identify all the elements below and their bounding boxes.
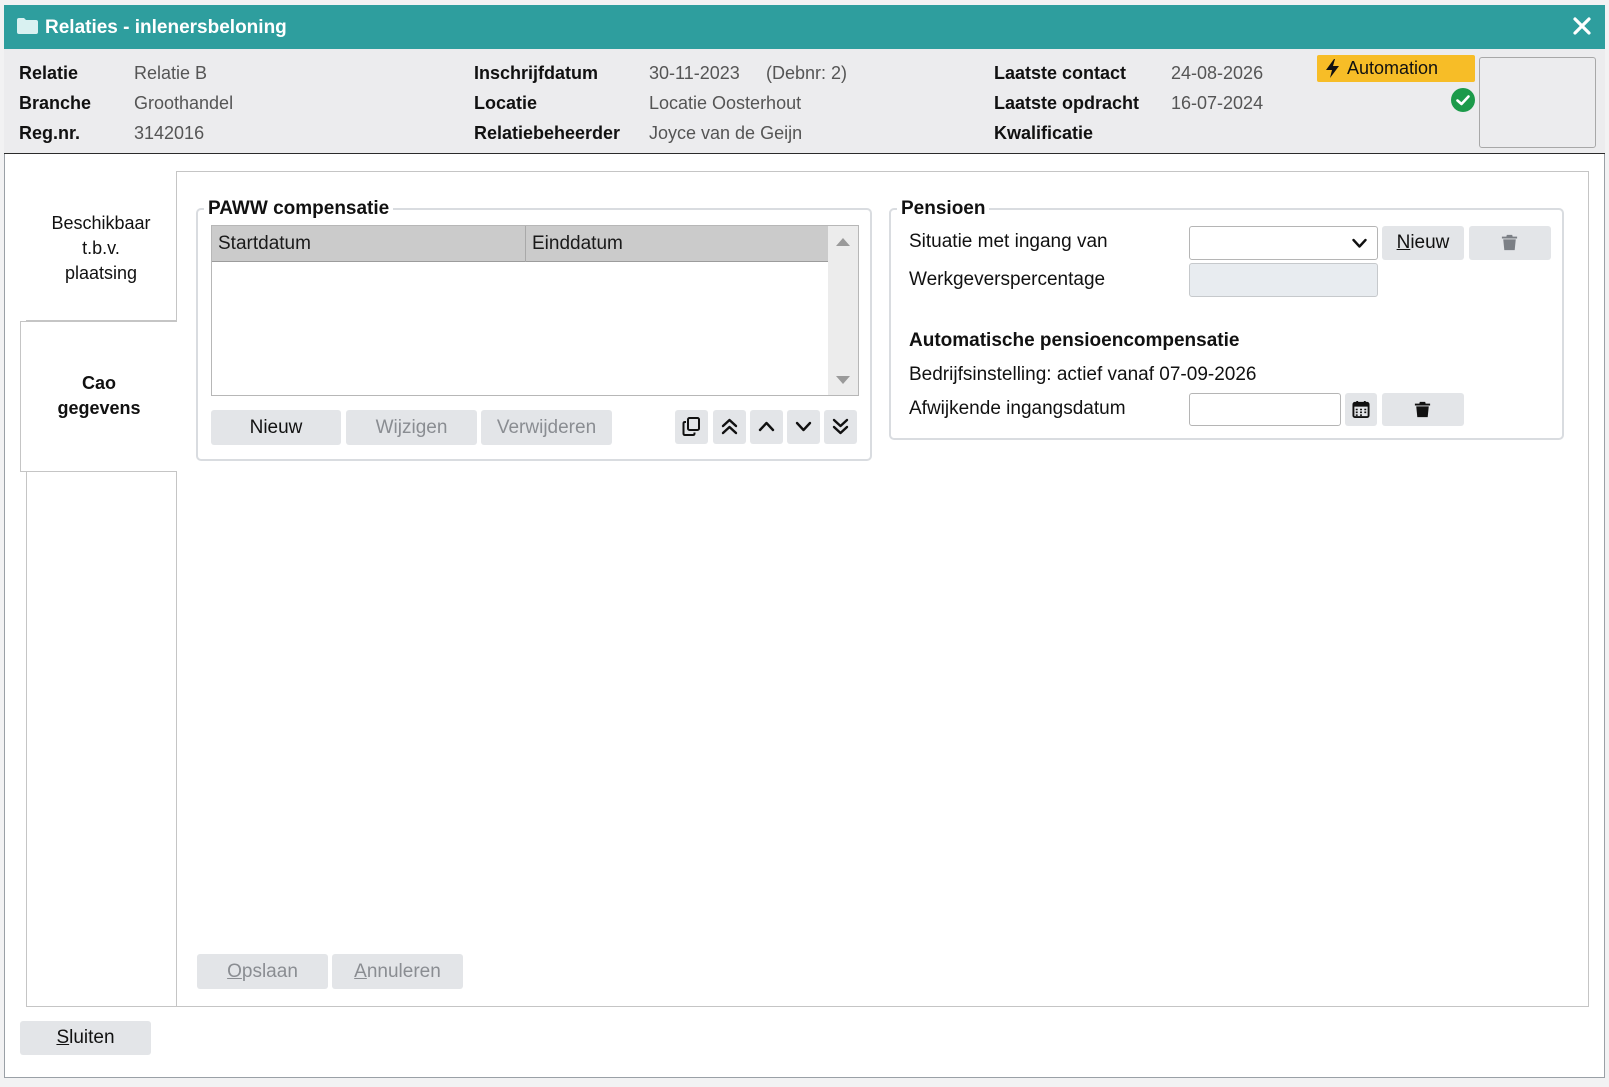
pensioen-delete-button[interactable] [1469, 226, 1551, 260]
close-button[interactable]: Sluiten [20, 1021, 151, 1055]
pensioen-legend: Pensioen [901, 198, 986, 219]
check-circle-icon [1451, 88, 1475, 112]
chevron-up-icon [758, 421, 775, 432]
laatste-contact-label: Laatste contact [994, 63, 1127, 83]
trash-icon [1414, 401, 1431, 418]
laatste-opdracht-label: Laatste opdracht [994, 93, 1140, 113]
paww-delete-button[interactable]: Verwijderen [481, 410, 612, 445]
afwijkende-ingangsdatum-label: Afwijkende ingangsdatum [909, 398, 1126, 419]
relatie-value: Relatie B [134, 63, 208, 83]
situatie-label: Situatie met ingang van [909, 231, 1108, 252]
regnr-value: 3142016 [134, 123, 205, 143]
scroll-up-icon[interactable] [836, 238, 850, 246]
move-bottom-button[interactable] [824, 410, 857, 444]
copy-icon [682, 417, 700, 436]
photo-placeholder[interactable] [1479, 57, 1596, 148]
automation-label: Automation [1347, 58, 1439, 78]
tab-beschikbaar-line2: t.b.v. [82, 238, 120, 258]
branche-value: Groothandel [134, 93, 234, 113]
paww-edit-button[interactable]: Wijzigen [346, 410, 477, 445]
cancel-label: nnuleren [366, 961, 441, 982]
tab-beschikbaar-line1: Beschikbaar [51, 213, 151, 233]
pensioen-new-accesskey: N [1396, 232, 1411, 253]
relatiebeheerder-value: Joyce van de Geijn [649, 123, 803, 143]
move-down-button[interactable] [787, 410, 820, 444]
werkgeverspercentage-field[interactable] [1189, 263, 1378, 297]
situatie-select[interactable] [1189, 226, 1378, 260]
relatie-label: Relatie [19, 63, 79, 83]
window-title: Relaties - inlenersbeloning [45, 17, 287, 38]
auto-pension-title: Automatische pensioencompensatie [909, 330, 1240, 351]
save-accesskey: O [227, 961, 242, 982]
tab-cao-line2: gegevens [57, 398, 141, 418]
cancel-accesskey: A [354, 961, 367, 982]
close-accesskey: S [56, 1027, 70, 1048]
copy-button[interactable] [675, 410, 708, 444]
automation-badge[interactable]: Automation [1317, 55, 1475, 82]
move-top-button[interactable] [713, 410, 746, 444]
column-startdatum[interactable]: Startdatum [212, 226, 526, 262]
calendar-button[interactable] [1345, 393, 1377, 426]
column-einddatum[interactable]: Einddatum [526, 226, 829, 262]
paww-table-scrollbar[interactable] [828, 226, 858, 395]
bedrijfsinstelling-text: Bedrijfsinstelling: actief vanaf 07-09-2… [909, 364, 1257, 385]
close-label: luiten [69, 1027, 115, 1048]
chevron-down-icon [1352, 238, 1367, 248]
laatste-opdracht-value: 16-07-2024 [1171, 93, 1264, 113]
double-chevron-up-icon [721, 418, 738, 435]
paww-legend: PAWW compensatie [208, 198, 390, 219]
title-bar: Relaties - inlenersbeloning [4, 5, 1605, 49]
close-icon[interactable] [1571, 15, 1593, 37]
pensioen-new-label: ieuw [1410, 232, 1450, 253]
trash-icon [1501, 234, 1518, 251]
pensioen-new-button[interactable]: Nieuw [1382, 226, 1464, 260]
locatie-value: Locatie Oosterhout [649, 93, 802, 113]
save-label: pslaan [241, 961, 298, 982]
tab-cao-gegevens[interactable]: Cao gegevens [20, 321, 177, 472]
inschrijfdatum-label: Inschrijfdatum [474, 63, 599, 83]
kwalificatie-label: Kwalificatie [994, 123, 1094, 143]
chevron-down-icon [795, 421, 812, 432]
calendar-icon [1352, 400, 1370, 418]
lightning-icon [1326, 59, 1339, 78]
afwijkende-ingangsdatum-input[interactable] [1189, 393, 1341, 426]
branche-label: Branche [19, 93, 92, 113]
paww-new-button[interactable]: Nieuw [211, 410, 341, 445]
move-up-button[interactable] [750, 410, 783, 444]
regnr-label: Reg.nr. [19, 123, 81, 143]
debnr-value: (Debnr: 2) [766, 63, 848, 83]
tab-beschikbaar-line3: plaatsing [64, 263, 138, 283]
cancel-button[interactable]: Annuleren [332, 954, 463, 989]
werkgeverspercentage-label: Werkgeverspercentage [909, 269, 1106, 290]
folder-icon [17, 18, 38, 34]
relatiebeheerder-label: Relatiebeheerder [474, 123, 621, 143]
locatie-label: Locatie [474, 93, 538, 113]
paww-table[interactable]: Startdatum Einddatum [211, 225, 859, 396]
afwijkende-delete-button[interactable] [1382, 393, 1464, 426]
double-chevron-down-icon [832, 418, 849, 435]
save-button[interactable]: Opslaan [197, 954, 328, 989]
tab-beschikbaar[interactable]: Beschikbaar t.b.v. plaatsing [26, 171, 177, 321]
content-divider [176, 472, 177, 1007]
scroll-down-icon[interactable] [836, 376, 850, 384]
tab-cao-line1: Cao [81, 373, 116, 393]
paww-table-header: Startdatum Einddatum [212, 226, 829, 262]
inschrijfdatum-value: 30-11-2023 [649, 63, 740, 83]
laatste-contact-value: 24-08-2026 [1171, 63, 1264, 83]
